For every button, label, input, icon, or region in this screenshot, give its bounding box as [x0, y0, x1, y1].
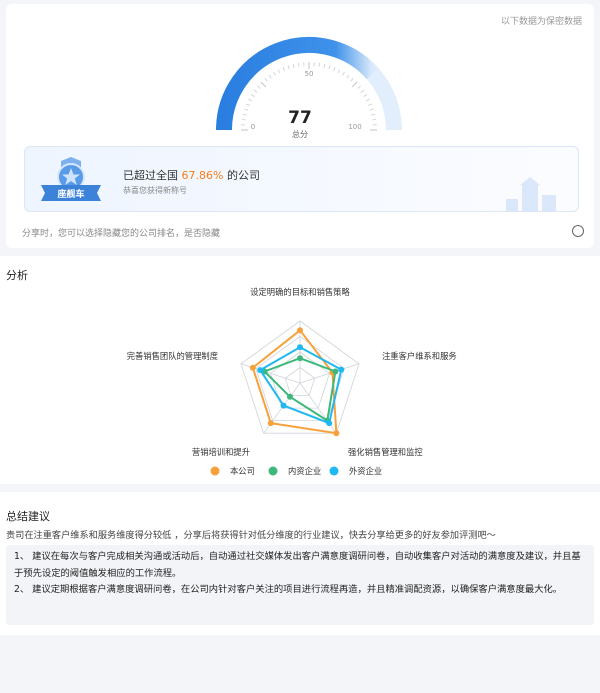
analysis-section: 分析 设定明确的目标和销售策略 注重客户维系和服务 强化销售管理和监控 营销培训和提升…: [0, 256, 600, 484]
gauge-tick: [277, 69, 281, 74]
radar-point: [326, 420, 333, 427]
gauge-tick: [282, 67, 285, 72]
gauge-tick: [367, 103, 372, 106]
gauge-tick: [260, 81, 267, 88]
radar-point: [338, 366, 345, 373]
legend-label[interactable]: 本公司: [230, 466, 255, 476]
advice-item: 1、 建议在每次与客户完成相关沟通或活动后，自动通过社交媒体发出客户满意度调研问…: [14, 551, 581, 579]
gauge-tick: [246, 103, 251, 106]
gauge-tick: [346, 74, 350, 79]
radar-point: [249, 364, 256, 371]
radar-point: [287, 393, 293, 400]
summary-section: 总结建议 贵司在注重客户维系和服务维度得分较低 ，分享后将获得针对低分维度的行业…: [0, 492, 600, 635]
gauge-tick: [328, 65, 331, 70]
radar-axis-label: 注重客户维系和服务: [382, 351, 457, 361]
radar-axis-line: [299, 363, 360, 384]
gauge-tick: [318, 62, 320, 67]
radar-point: [257, 367, 264, 374]
rank-banner: 座舰车 已超过全国 67.86% 的公司 恭喜您获得新称号: [24, 146, 579, 212]
rank-suffix: 的公司: [223, 169, 260, 182]
radar-point: [267, 420, 274, 427]
title-badge-icon: 座舰车: [41, 157, 101, 201]
gauge-tick: [323, 63, 326, 68]
legend-label[interactable]: 外资企业: [349, 466, 382, 476]
summary-title: 总结建议: [6, 510, 50, 523]
share-hint: 分享时，您可以选择隐藏您的公司排名，是否隐藏: [22, 229, 221, 239]
legend-marker[interactable]: [329, 466, 339, 476]
gauge-tick: [333, 67, 336, 72]
badge-label: 座舰车: [56, 188, 84, 200]
gauge-tick: [292, 63, 295, 68]
radar-axis-label: 营销培训和提升: [192, 447, 250, 457]
radar-axis-label: 设定明确的目标和销售策略: [250, 287, 350, 297]
gauge-tick: [351, 81, 358, 88]
radar-point: [280, 402, 287, 409]
radar-axis-label: 强化销售管理和监控: [348, 447, 423, 457]
gauge-tick: [268, 74, 272, 79]
score-card: 以下数据为保密数据 0 50 100 77 总分 座舰车 已超过全国 67.86…: [6, 4, 594, 248]
gauge-tick: [253, 89, 258, 93]
radar-point: [297, 355, 303, 362]
rank-text: 已超过全国 67.86% 的公司: [123, 167, 260, 183]
gauge-tick: [298, 62, 300, 67]
gauge-tick: [250, 94, 255, 97]
gauge-tick: [287, 65, 290, 70]
total-score-label: 总分: [292, 130, 308, 139]
gauge-tick: [337, 69, 341, 74]
gauge-tick-mid: 50: [305, 70, 314, 78]
rank-prefix: 已超过全国: [123, 169, 182, 182]
gauge-tick: [273, 71, 276, 76]
legend-marker[interactable]: [210, 466, 220, 476]
gauge-tick: [248, 98, 253, 102]
advice-box: 1、 建议在每次与客户完成相关沟通或活动后，自动通过社交媒体发出客户满意度调研问…: [6, 545, 594, 625]
gauge-tick: [357, 85, 361, 89]
summary-intro: 贵司在注重客户维系和服务维度得分较低 ，分享后将获得针对低分维度的行业建议，快去…: [6, 530, 496, 541]
gauge-tick: [257, 85, 261, 89]
radar-point: [332, 368, 339, 375]
gauge-tick: [264, 78, 268, 82]
rank-subtitle: 恭喜您获得新称号: [123, 186, 187, 195]
gauge-tick: [350, 78, 354, 82]
radar-point: [297, 344, 303, 351]
legend-label[interactable]: 内资企业: [288, 466, 321, 476]
radar-point: [333, 430, 340, 437]
legend-marker[interactable]: [268, 466, 278, 476]
gauge-tick: [363, 94, 368, 97]
hide-rank-radio[interactable]: [572, 225, 584, 237]
gauge-tick: [360, 89, 365, 93]
radar-axis-line: [240, 363, 301, 384]
radar-point: [297, 327, 303, 334]
gauge-tick: [342, 71, 345, 76]
building-decoration-icon: [506, 177, 556, 211]
radar-chart: 设定明确的目标和销售策略注重客户维系和服务强化销售管理和监控 营销培训和提升 完善销…: [127, 287, 457, 476]
radar-axis-label: 完善销售团队的管理制度: [127, 351, 218, 361]
total-score: 77: [288, 108, 312, 128]
advice-item: 2、 建议定期根据客户满意度调研问卷，在公司内针对客户关注的项目进行流程再造，并…: [14, 584, 563, 595]
confidential-notice: 以下数据为保密数据: [500, 17, 582, 27]
rank-percent: 67.86%: [181, 169, 224, 182]
gauge-tick: [365, 98, 370, 102]
